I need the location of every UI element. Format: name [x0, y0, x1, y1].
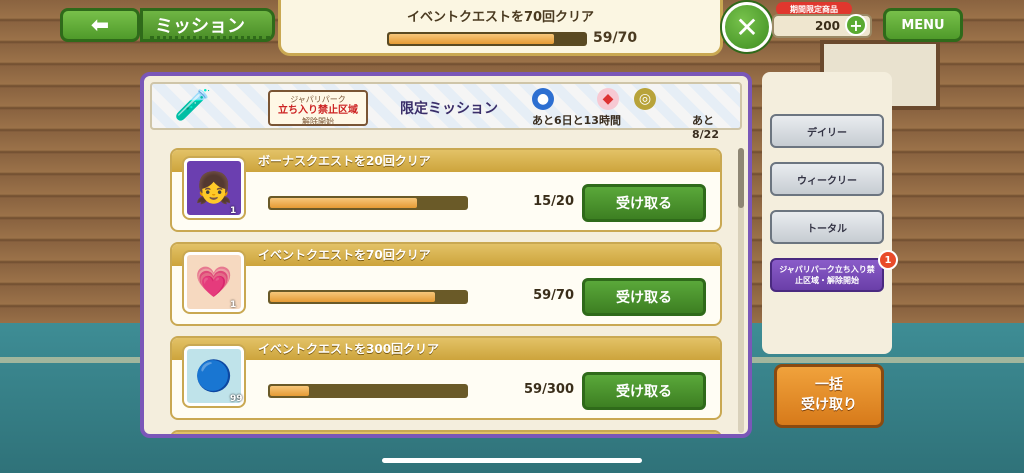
- remaining-time: あと6日と13時間: [532, 114, 621, 127]
- claim-button[interactable]: 受け取る: [582, 372, 706, 410]
- mission-progress-bar: [268, 196, 468, 210]
- limited-mission-label: 限定ミッション: [400, 101, 498, 117]
- mission-row: ボーナスクエストを20回クリア 👧 1 15/20 受け取る: [170, 148, 722, 232]
- back-button[interactable]: ⬅: [60, 8, 140, 42]
- menu-button[interactable]: MENU: [883, 8, 963, 42]
- mission-list: ボーナスクエストを20回クリア 👧 1 15/20 受け取る イベントクエストを…: [144, 136, 730, 434]
- add-currency-button[interactable]: +: [845, 14, 867, 36]
- mission-progress-fill: [270, 386, 309, 396]
- mission-progress-bar: [268, 290, 468, 304]
- event-sign-top: ジャパリパーク: [290, 95, 346, 104]
- gold-coin-icon: ◎: [634, 88, 656, 110]
- mission-count: 15/20: [533, 194, 574, 209]
- currency-amount: 200: [814, 19, 840, 33]
- claim-button[interactable]: 受け取る: [582, 184, 706, 222]
- top-mission-progress-bar: [387, 32, 587, 46]
- home-indicator[interactable]: [382, 458, 642, 463]
- scrollbar[interactable]: [738, 148, 744, 433]
- mission-title: イベントクエストを300回クリア: [172, 338, 720, 360]
- bulk-claim-button[interactable]: 一括 受け取り: [774, 364, 884, 428]
- mission-progress-bar: [268, 384, 468, 398]
- reward-quantity: 1: [230, 300, 237, 310]
- mission-title: ボーナスクエストを20回クリア: [172, 150, 720, 172]
- event-sign-main: 立ち入り禁止区域: [278, 105, 358, 116]
- mission-count: 59/300: [524, 382, 574, 397]
- left-arrow-icon: ⬅: [90, 12, 110, 38]
- blue-medal-icon: ●: [532, 88, 554, 110]
- mission-row-partial: [170, 430, 722, 434]
- top-mission-title: イベントクエストを70回クリア: [406, 10, 595, 25]
- top-mission-progress-fill: [389, 34, 555, 44]
- notification-badge: 1: [878, 250, 898, 270]
- event-sign: ジャパリパーク 立ち入り禁止区域 解除開始: [268, 90, 368, 126]
- mission-progress-fill: [270, 198, 417, 208]
- top-mission-banner: イベントクエストを70回クリア 59/70: [278, 0, 723, 56]
- close-button[interactable]: ✕: [722, 2, 772, 52]
- scroll-thumb[interactable]: [738, 148, 744, 208]
- reward-quantity: 1: [230, 206, 237, 216]
- tab-total[interactable]: トータル: [770, 210, 884, 244]
- mission-panel: 🧪 ジャパリパーク 立ち入り禁止区域 解除開始 限定ミッション ● ◆ ◎ あと…: [140, 72, 752, 438]
- claim-button[interactable]: 受け取る: [582, 278, 706, 316]
- mission-row: イベントクエストを70回クリア 💗 1 59/70 受け取る: [170, 242, 722, 326]
- reward-quantity: 99: [230, 394, 243, 404]
- mission-title: イベントクエストを70回クリア: [172, 244, 720, 266]
- tab-panel: デイリー ウィークリー トータル ジャパリパーク立ち入り禁止区域・解除開始: [762, 72, 892, 354]
- mission-row: イベントクエストを300回クリア 🔵 99 59/300 受け取る: [170, 336, 722, 420]
- bulk-claim-line1: 一括: [815, 377, 843, 393]
- mission-count: 59/70: [533, 288, 574, 303]
- plus-icon: +: [849, 15, 863, 35]
- top-mission-count: 59/70: [593, 30, 638, 46]
- close-icon: ✕: [735, 10, 759, 44]
- tab-event[interactable]: ジャパリパーク立ち入り禁止区域・解除開始: [770, 258, 884, 292]
- event-sign-sub: 解除開始: [302, 117, 334, 126]
- mission-progress-fill: [270, 292, 436, 302]
- pink-gem-icon: ◆: [597, 88, 619, 110]
- potion-icon: 🧪: [174, 88, 212, 123]
- tab-daily[interactable]: デイリー: [770, 114, 884, 148]
- mission-title-partial: [172, 432, 720, 434]
- title-underline: [150, 36, 270, 39]
- event-banner: 🧪 ジャパリパーク 立ち入り禁止区域 解除開始 限定ミッション ● ◆ ◎ あと…: [150, 82, 742, 141]
- bulk-claim-line2: 受け取り: [801, 397, 857, 413]
- tab-weekly[interactable]: ウィークリー: [770, 162, 884, 196]
